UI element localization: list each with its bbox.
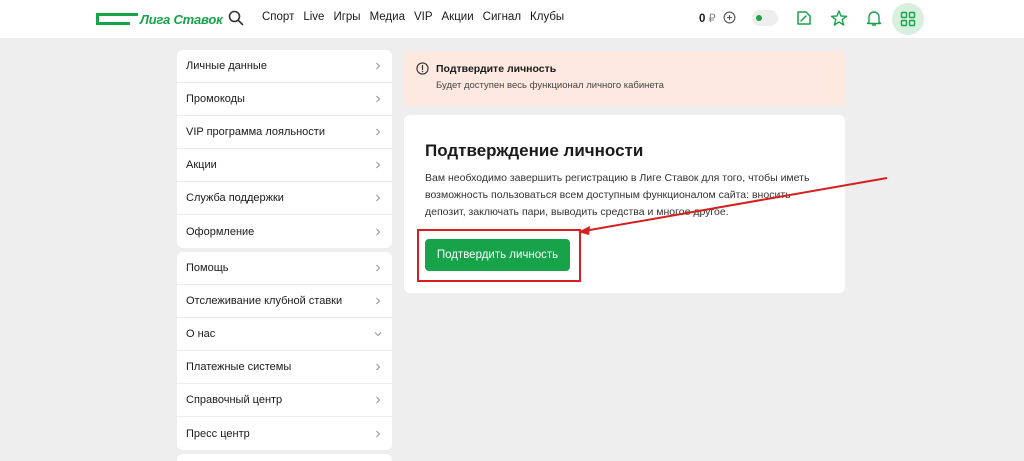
sidebar-item-label: Отслеживание клубной ставки — [186, 295, 343, 307]
alert-subtitle: Будет доступен весь функционал личного к… — [436, 80, 664, 91]
chevron-right-icon — [376, 430, 381, 437]
sidebar-item-about[interactable]: О нас — [177, 318, 392, 351]
verify-alert: Подтвердите личность Будет доступен весь… — [404, 51, 845, 106]
sidebar-menu-next — [177, 454, 392, 461]
sidebar-item-support[interactable]: Служба поддержки — [177, 182, 392, 215]
deposit-plus-icon[interactable] — [723, 11, 736, 24]
sidebar-item-label: Служба поддержки — [186, 192, 284, 204]
alert-title: Подтвердите личность — [436, 63, 557, 75]
sidebar-item-label: Пресс центр — [186, 427, 250, 440]
sidebar-item-payment-systems[interactable]: Платежные системы — [177, 351, 392, 384]
balance[interactable]: 0 ₽ — [699, 11, 716, 25]
chevron-right-icon — [376, 363, 381, 371]
sidebar-item-promocodes[interactable]: Промокоды — [177, 83, 392, 116]
logo-mark-icon — [96, 13, 138, 25]
nav-item-games[interactable]: Игры — [333, 11, 360, 23]
sidebar-item-appearance[interactable]: Оформление — [177, 215, 392, 248]
sidebar-item-label: Помощь — [186, 262, 229, 274]
sidebar-item-personal-data[interactable]: Личные данные — [177, 50, 392, 83]
apps-grid-button[interactable] — [892, 3, 924, 35]
chevron-right-icon — [376, 128, 381, 136]
sidebar-item-label: О нас — [186, 328, 216, 340]
sidebar-menu-account: Личные данные Промокоды VIP программа ло… — [177, 50, 392, 248]
search-icon[interactable] — [228, 10, 244, 26]
sidebar-item-label: VIP программа лояльности — [186, 126, 325, 138]
balance-currency: ₽ — [708, 13, 716, 25]
sidebar-item-club-bet-tracking[interactable]: Отслеживание клубной ставки — [177, 285, 392, 318]
chevron-down-icon — [374, 332, 382, 337]
sidebar-menu-info: Помощь Отслеживание клубной ставки О нас… — [177, 252, 392, 450]
sidebar-item-label: Справочный центр — [186, 394, 283, 406]
logo[interactable]: Лига Ставок — [96, 10, 223, 28]
verification-description: Вам необходимо завершить регистрацию в Л… — [425, 172, 810, 218]
nav-item-sport[interactable]: Спорт — [262, 11, 294, 23]
chevron-right-icon — [376, 396, 381, 404]
alert-exclamation-icon — [416, 62, 429, 75]
sidebar-item-press-center[interactable]: Пресс центр — [177, 417, 392, 450]
main-nav: Спорт Live Игры Медиа VIP Акции Сигнал К… — [262, 11, 573, 23]
coupon-icon[interactable] — [795, 9, 813, 27]
nav-item-signal[interactable]: Сигнал — [483, 11, 521, 23]
nav-item-media[interactable]: Медиа — [370, 11, 405, 23]
nav-item-live[interactable]: Live — [303, 11, 324, 23]
sidebar-item-label: Промокоды — [186, 93, 245, 105]
star-icon[interactable] — [830, 9, 848, 27]
balance-value: 0 — [699, 13, 706, 25]
chevron-right-icon — [376, 95, 381, 103]
chevron-right-icon — [376, 161, 381, 169]
toggle-dot-icon — [756, 15, 762, 21]
chevron-right-icon — [376, 62, 381, 70]
grid-icon — [900, 11, 916, 27]
sidebar-item-help[interactable]: Помощь — [177, 252, 392, 285]
chevron-right-icon — [376, 297, 381, 305]
sidebar-item-help-center[interactable]: Справочный центр — [177, 384, 392, 417]
chevron-right-icon — [376, 194, 381, 202]
sidebar-item-label: Оформление — [186, 225, 255, 238]
bell-icon[interactable] — [865, 9, 883, 27]
mode-toggle[interactable] — [752, 10, 778, 26]
nav-item-clubs[interactable]: Клубы — [530, 11, 564, 23]
logo-text: Лига Ставок — [140, 11, 223, 27]
sidebar-item-promotions[interactable]: Акции — [177, 149, 392, 182]
annotation-highlight-box — [417, 229, 581, 282]
nav-item-promotions[interactable]: Акции — [442, 11, 474, 23]
chevron-right-icon — [376, 228, 381, 235]
sidebar-item-vip-program[interactable]: VIP программа лояльности — [177, 116, 392, 149]
page-title: Подтверждение личности — [425, 141, 644, 160]
chevron-right-icon — [376, 264, 381, 272]
sidebar-item-label: Платежные системы — [186, 361, 292, 373]
nav-item-vip[interactable]: VIP — [414, 11, 433, 23]
top-header: Лига Ставок Спорт Live Игры Медиа VIP Ак… — [0, 0, 1024, 38]
sidebar-item-label: Акции — [186, 159, 217, 171]
sidebar-item-label: Личные данные — [186, 60, 267, 72]
